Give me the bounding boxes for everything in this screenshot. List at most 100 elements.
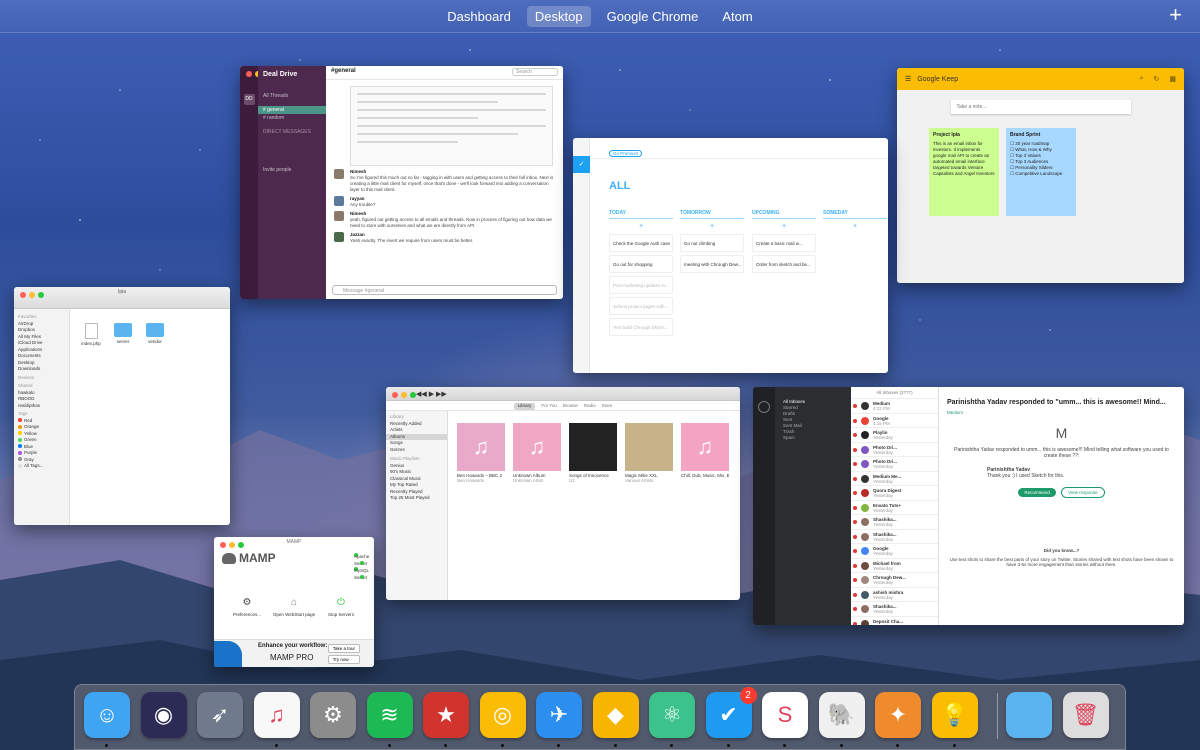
task-card[interactable]: Go out for shopping (609, 255, 673, 273)
message-row[interactable]: Chrough Dew... Yesterday (851, 573, 938, 588)
folder-item[interactable]: server (108, 323, 138, 344)
dock-finder-icon[interactable]: ☺ (84, 692, 130, 738)
dock-folder-icon[interactable] (1006, 692, 1052, 738)
dock-google-chrome-icon[interactable]: ◎ (479, 692, 526, 738)
message-row[interactable]: Photo Dri... Yesterday (851, 457, 938, 472)
add-task-button[interactable]: + (823, 223, 887, 230)
space-tab-desktop[interactable]: Desktop (526, 5, 591, 27)
message-row[interactable]: Medium Me... Yesterday (851, 472, 938, 486)
dock-wunderlist-icon[interactable]: ★ (423, 692, 469, 738)
message-row[interactable]: Photo Dri... Yesterday (851, 443, 938, 457)
refresh-icon[interactable]: ↻ (1154, 75, 1160, 83)
folder-item[interactable]: vendor (140, 323, 170, 344)
album-tile[interactable]: Songs of Innocence U2 (569, 423, 617, 483)
dock-google-keep-icon[interactable]: 💡 (931, 692, 978, 738)
message-author[interactable]: Jazzan (350, 232, 365, 237)
dock-airmail-icon[interactable]: ✈ (536, 692, 582, 738)
message-row[interactable]: Envato Tuts+ Yesterday (851, 501, 938, 515)
album-tile[interactable]: ♫ Unknown Album Unknown Artist (513, 423, 561, 483)
task-card[interactable]: Order from sketch and be... (752, 255, 816, 273)
sidebar-item[interactable]: Downloads (18, 366, 65, 373)
tag-item[interactable]: All Tags... (18, 463, 65, 470)
task-card[interactable]: meeting with Chrough Dew... (680, 255, 744, 273)
grid-view-icon[interactable]: ▦ (1169, 75, 1176, 83)
finder-window[interactable]: Ipia Favorites AirDrop Dropbox All My Fi… (14, 287, 230, 525)
album-tile[interactable]: Magic Mike XXL Various Artists (625, 423, 673, 483)
space-tab-atom[interactable]: Atom (714, 6, 760, 27)
stop-servers-button[interactable]: ⏻ Stop Servers (316, 597, 366, 617)
message-row[interactable]: Quora Digest Yesterday (851, 486, 938, 501)
dock-trash-icon[interactable]: 🗑 (1062, 692, 1109, 738)
message-row[interactable]: Deposit Cha...Yesterday (851, 617, 938, 625)
shared-document-preview[interactable] (350, 86, 553, 166)
message-row[interactable]: Google Yesterday (851, 544, 938, 559)
space-tab-google-chrome[interactable]: Google Chrome (599, 6, 707, 27)
dock-slack-icon[interactable]: S (762, 692, 808, 738)
playback-controls[interactable]: ◀◀ ▶ ▶▶ (416, 390, 447, 398)
note-card[interactable]: Brand Sprint ☐ 20 year roadmap ☐ What, H… (1006, 128, 1076, 216)
itunes-window[interactable]: ◀◀ ▶ ▶▶ Library For You Browse Radio Sto… (386, 387, 740, 600)
message-row[interactable]: ashish mishra Yesterday (851, 588, 938, 602)
all-threads-link[interactable]: All Threads (263, 92, 321, 100)
sidebar-item[interactable]: Top 25 Most Played (390, 495, 443, 502)
take-note-input[interactable]: Take a note... (950, 100, 1131, 114)
folder-item[interactable]: Spam (783, 435, 847, 441)
open-webstart-button[interactable]: ⌂ Open WebStart page (269, 597, 319, 617)
sidebar-item[interactable]: realdipthas (18, 403, 65, 410)
recommend-button[interactable]: Recommend (1018, 488, 1056, 497)
task-card[interactable]: Submit project pages with... (609, 297, 673, 315)
dock-launchpad-icon[interactable]: ➶ (197, 692, 243, 738)
nav-store[interactable]: Store (602, 403, 613, 410)
google-keep-window[interactable]: ☰ Google Keep ⌕ ↻ ▦ Take a note... Project… (897, 68, 1184, 283)
workspace-icon[interactable]: DD (243, 94, 255, 105)
dock-atom-icon[interactable]: ⚛ (649, 692, 695, 738)
email-sender[interactable]: Medium (947, 410, 1176, 415)
task-card[interactable]: Go nut climbing (680, 234, 744, 252)
message-row[interactable]: Shashika... Yesterday (851, 530, 938, 544)
tasks-window[interactable]: ✓ Go Premium ALL TODAY + Check the Googl… (573, 138, 888, 373)
task-card[interactable]: Check the Google Auth case (609, 234, 673, 252)
add-task-button[interactable]: + (680, 223, 744, 230)
search-icon[interactable]: ⌕ (1140, 75, 1144, 83)
invite-people-link[interactable]: Invite people (263, 166, 321, 174)
album-tile[interactable]: ♫ Chill, Dub, Music, Mix, Bes... (681, 423, 729, 478)
message-row[interactable]: Medium 4:32 PM (851, 399, 938, 414)
preferences-button[interactable]: ⚙ Preferences... (222, 597, 272, 617)
nav-for-you[interactable]: For You (541, 403, 557, 410)
checklist-item[interactable]: ☐ Competitive Landscape (1010, 171, 1072, 177)
team-name[interactable]: Deal Drive (263, 71, 321, 78)
message-author[interactable]: Nimesh (350, 211, 366, 216)
message-compose-input[interactable]: Message #general (332, 285, 557, 295)
clock-icon[interactable] (758, 401, 770, 413)
view-response-button[interactable]: View response (1061, 487, 1105, 498)
dock-transmit-icon[interactable]: ✦ (875, 692, 921, 738)
album-tile[interactable]: ♫ Ben Howards – BBC 2 Ben Howards (457, 423, 505, 483)
message-row[interactable]: Google 4:15 PM (851, 414, 938, 428)
channel-random[interactable]: # random (263, 114, 321, 122)
check-icon[interactable]: ✓ (573, 156, 590, 173)
space-tab-dashboard[interactable]: Dashboard (439, 6, 519, 27)
dock-siri-icon[interactable]: ◉ (140, 692, 187, 738)
mail-window[interactable]: All Inboxes Starred Drafts Sent Sent Mai… (753, 387, 1184, 625)
nav-radio[interactable]: Radio (584, 403, 596, 410)
sidebar-item[interactable]: Genres (390, 447, 443, 454)
dock-spotify-icon[interactable]: ≋ (366, 692, 413, 738)
message-row[interactable]: Playlin Yesterday (851, 428, 938, 443)
nav-browse[interactable]: Browse (563, 403, 578, 410)
try-now-button[interactable]: Try now (327, 655, 360, 664)
go-premium-button[interactable]: Go Premium (609, 150, 643, 157)
window-controls[interactable] (20, 292, 44, 298)
slack-window[interactable]: DD Deal Drive All Threads # general # ra… (240, 66, 563, 299)
message-row[interactable]: Shashika... Yesterday (851, 602, 938, 617)
window-controls[interactable] (392, 392, 416, 398)
task-card[interactable]: Test build Chrough Ekstrn... (609, 318, 673, 336)
message-author[interactable]: rayyan (350, 196, 365, 201)
dock-sketch-icon[interactable]: ◆ (592, 692, 639, 738)
message-author[interactable]: Nimesh (350, 169, 366, 174)
message-row[interactable]: Michael from Yesterday (851, 559, 938, 573)
add-task-button[interactable]: + (609, 223, 673, 230)
dock-system-preferences-icon[interactable]: ⚙ (310, 692, 356, 738)
take-a-tour-button[interactable]: Take a tour (327, 644, 360, 653)
nav-library[interactable]: Library (513, 403, 536, 410)
task-card[interactable]: Create a basic mail w... (752, 234, 816, 252)
